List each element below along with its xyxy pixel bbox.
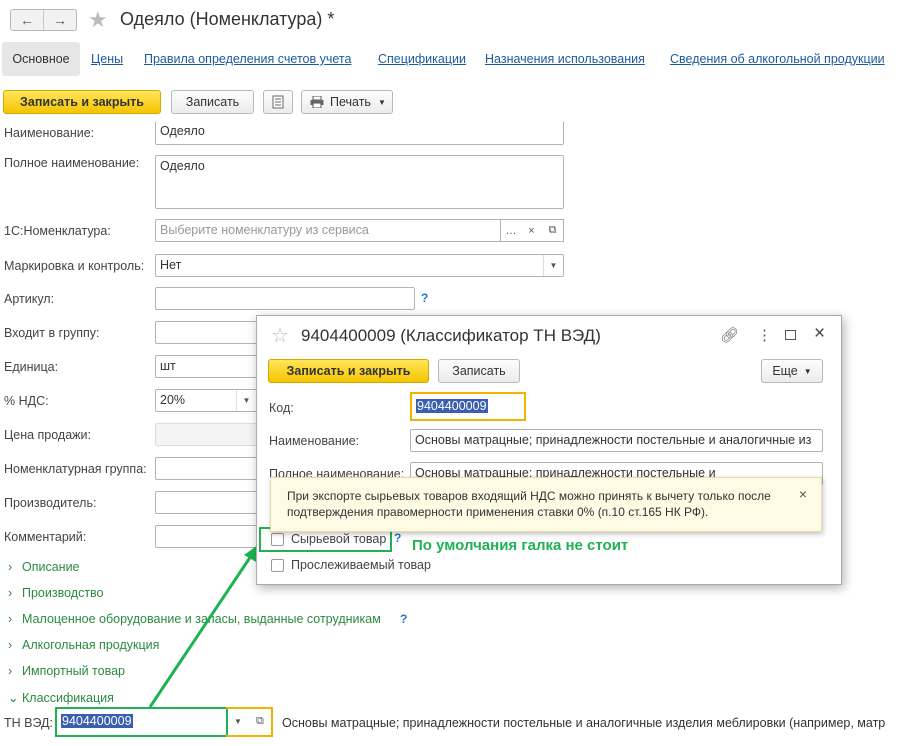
- vat-tooltip: При экспорте сырьевых товаров входящий Н…: [270, 477, 822, 532]
- tooltip-text: При экспорте сырьевых товаров входящий Н…: [287, 489, 771, 519]
- traceable-label: Прослеживаемый товар: [291, 558, 431, 572]
- maximize-icon[interactable]: [785, 330, 796, 340]
- popup-more-label: Еще: [772, 364, 798, 378]
- annotation-text: По умолчания галка не стоит: [412, 537, 629, 554]
- popup-more-button[interactable]: Еще ▼: [761, 359, 823, 383]
- popup-name-field[interactable]: Основы матрацные; принадлежности постель…: [410, 429, 823, 452]
- raw-goods-help-icon[interactable]: ?: [394, 531, 401, 545]
- popup-save-button[interactable]: Записать: [438, 359, 520, 383]
- more-vertical-icon[interactable]: ⋮: [757, 326, 772, 344]
- popup-title: 9404400009 (Классификатор ТН ВЭД): [301, 326, 601, 345]
- tooltip-close-icon[interactable]: ×: [799, 486, 807, 502]
- close-icon[interactable]: ×: [814, 323, 825, 345]
- popup-code-label: Код:: [269, 401, 294, 415]
- favorite-star-icon[interactable]: ☆: [271, 325, 289, 347]
- popup-name-value: Основы матрацные; принадлежности постель…: [415, 433, 812, 447]
- popup-code-field[interactable]: 9404400009: [410, 392, 526, 421]
- popup-save-and-close-button[interactable]: Записать и закрыть: [268, 359, 429, 383]
- popup-code-value: 9404400009: [416, 399, 488, 413]
- popup-name-label: Наименование:: [269, 434, 360, 448]
- chevron-down-icon: ▼: [803, 366, 812, 376]
- traceable-checkbox[interactable]: [271, 559, 284, 572]
- link-icon[interactable]: 🔗︎: [720, 326, 739, 344]
